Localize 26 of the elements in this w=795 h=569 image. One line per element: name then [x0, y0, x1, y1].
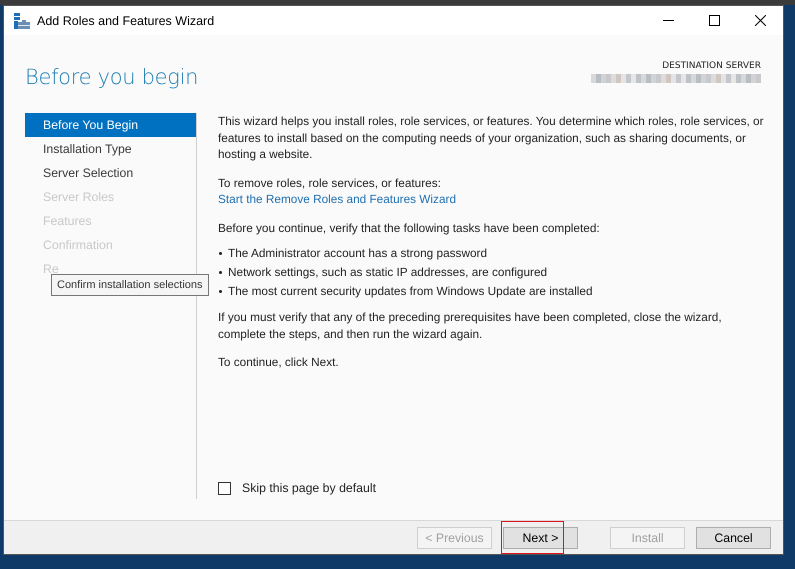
- page-title: Before you begin: [25, 65, 198, 91]
- checkbox[interactable]: [218, 482, 231, 494]
- wizard-step[interactable]: Installation Type: [25, 137, 196, 161]
- wizard-step[interactable]: Before You Begin: [25, 113, 196, 137]
- checkbox-label[interactable]: Skip this page by default: [242, 481, 376, 495]
- close-icon: [754, 15, 766, 26]
- paragraph: To continue, click Next.: [218, 354, 340, 370]
- server-folder-icon: [14, 12, 30, 28]
- bullet-text: Network settings, such as static IP addresses, are configured: [228, 264, 548, 281]
- bullet-icon: [219, 252, 222, 255]
- paragraph: This wizard helps you install roles, role services, or features. You determine which roles, role services, or features to install based on the computing needs of your organization, such as sharing documents, or hosting a website.: [218, 113, 765, 162]
- bullet-text: The Administrator account has a strong password: [228, 245, 488, 262]
- bullet-icon: [219, 290, 222, 293]
- bullet-text: The most current security updates from Windows Update are installed: [228, 283, 593, 300]
- tooltip: Confirm installation selections: [51, 274, 209, 296]
- wizard-button[interactable]: Cancel: [696, 526, 771, 548]
- destination-label: DESTINATION SERVER: [662, 61, 761, 71]
- paragraph: To remove roles, role services, or features:: [218, 174, 442, 191]
- wizard-step[interactable]: Server Selection: [25, 161, 196, 185]
- paragraph: Before you continue, verify that the following tasks have been completed:: [218, 220, 601, 236]
- window-title: Add Roles and Features Wizard: [37, 14, 214, 28]
- remove-wizard-link[interactable]: Start the Remove Roles and Features Wizard: [218, 192, 456, 206]
- wizard-button[interactable]: Next >: [503, 526, 578, 548]
- bullet-icon: [219, 271, 222, 274]
- maximize-icon: [708, 15, 720, 26]
- paragraph: If you must verify that any of the preceding prerequisites have been completed, close the wizard, complete the steps, and then run the wizard again.: [218, 309, 723, 342]
